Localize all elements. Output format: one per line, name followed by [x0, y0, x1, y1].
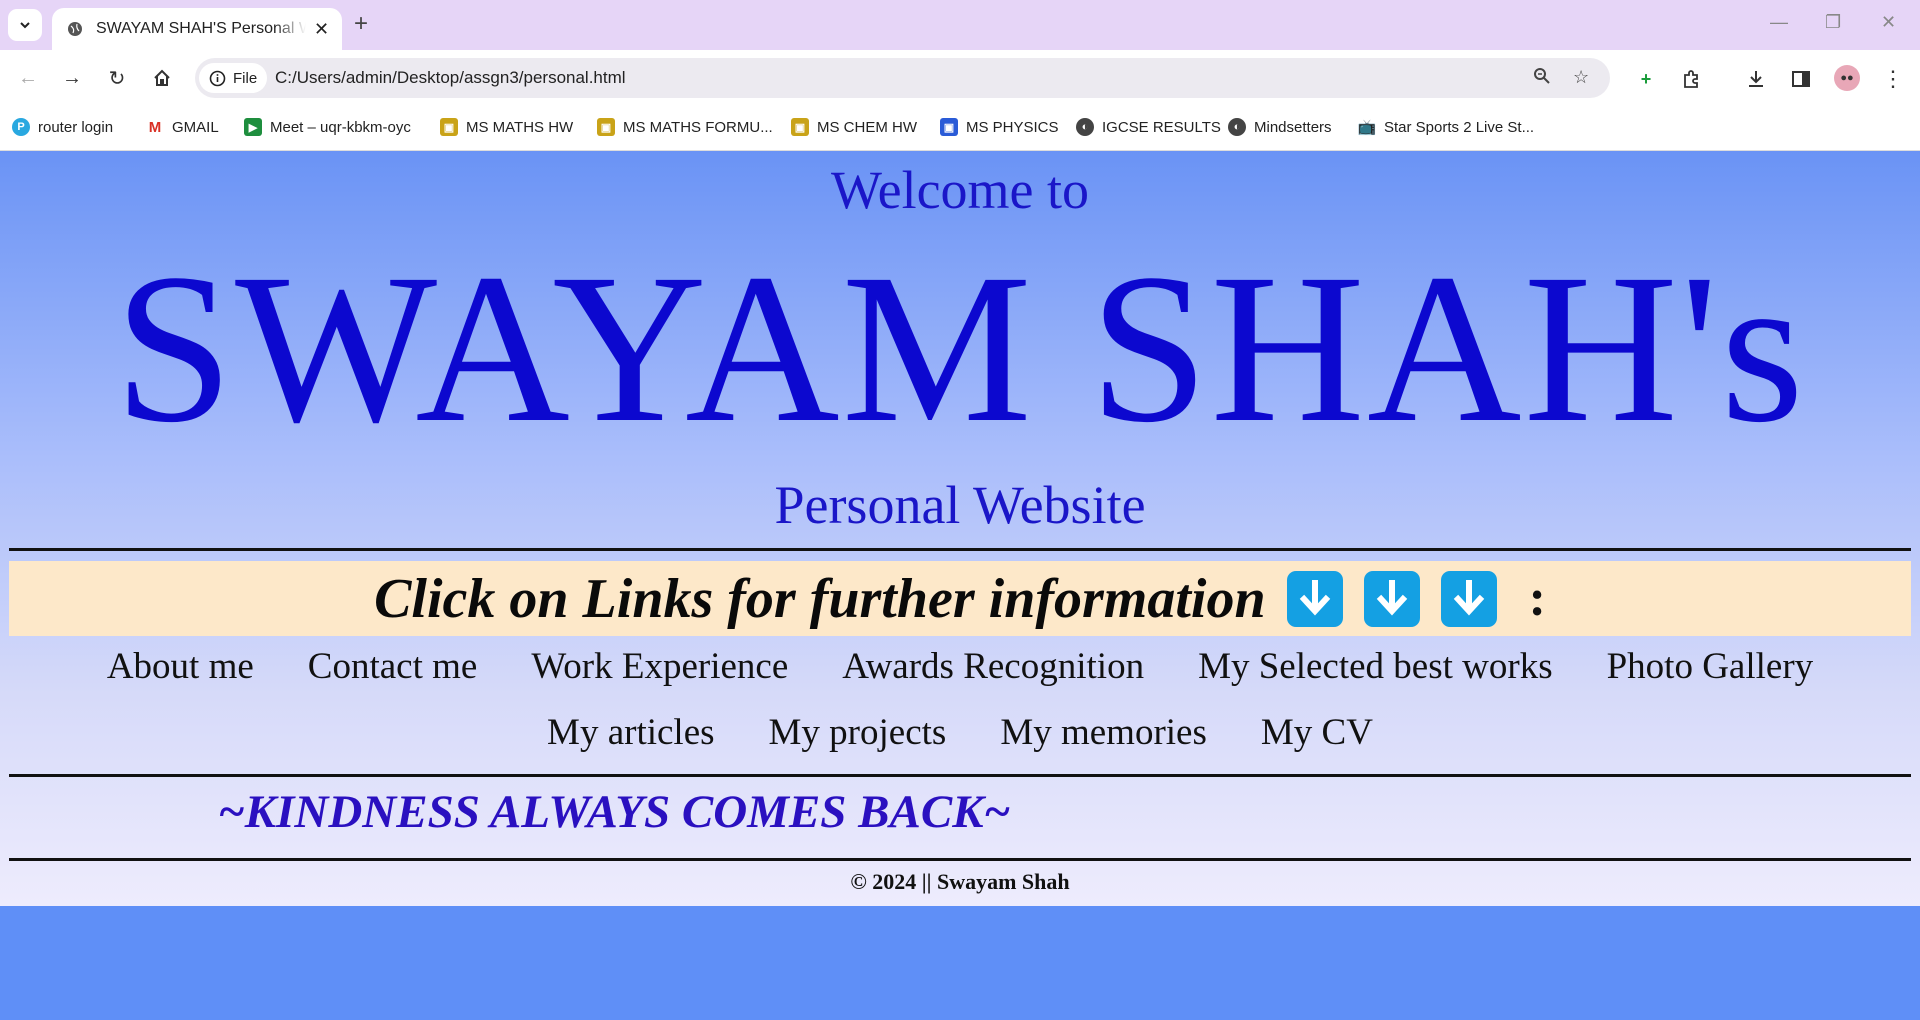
bookmark-ms-maths-formu[interactable]: ▣ MS MATHS FORMU...: [597, 118, 773, 136]
bookmarks-bar: P router login M GMAIL ▶ Meet – uqr-kbkm…: [0, 107, 1920, 151]
links-banner: Click on Links for further information :: [9, 561, 1911, 636]
bookmark-star-sports[interactable]: 📺 Star Sports 2 Live St...: [1358, 118, 1534, 136]
page-title: SWAYAM SHAH's: [114, 230, 1806, 467]
nav-link-work-experience[interactable]: Work Experience: [531, 645, 788, 688]
tab-strip: SWAYAM SHAH'S Personal Website ✕ + — ❐ ✕: [0, 0, 1920, 50]
download-icon[interactable]: [1743, 66, 1769, 92]
bookmark-gmail[interactable]: M GMAIL: [146, 118, 219, 136]
profile-avatar[interactable]: ●●: [1834, 65, 1860, 91]
chevron-down-icon: [20, 22, 30, 29]
down-arrow-icon: [1286, 570, 1343, 627]
nav-link-my-memories[interactable]: My memories: [1000, 711, 1207, 754]
minimize-icon[interactable]: —: [1770, 12, 1788, 33]
page-subtitle: Personal Website: [774, 475, 1146, 535]
nav-link-my-articles[interactable]: My articles: [547, 711, 714, 754]
new-tab-button[interactable]: +: [354, 10, 368, 38]
browser-tab[interactable]: SWAYAM SHAH'S Personal Website ✕: [52, 8, 342, 50]
close-tab-icon[interactable]: ✕: [314, 19, 329, 40]
site-info-chip[interactable]: File: [199, 63, 268, 93]
restore-icon[interactable]: ❐: [1825, 12, 1841, 33]
bookmark-label: MS CHEM HW: [817, 118, 917, 136]
down-arrow-icon: [1363, 570, 1420, 627]
reload-icon[interactable]: ↻: [103, 64, 131, 92]
bookmark-label: MS PHYSICS: [966, 118, 1059, 136]
meet-icon: ▶: [244, 118, 262, 136]
bookmark-label: GMAIL: [172, 118, 219, 136]
nav-link-my-projects[interactable]: My projects: [769, 711, 947, 754]
bookmark-ms-chem-hw[interactable]: ▣ MS CHEM HW: [791, 118, 917, 136]
bookmark-label: Mindsetters: [1254, 118, 1332, 136]
nav-link-selected-best-works[interactable]: My Selected best works: [1198, 645, 1553, 688]
close-window-icon[interactable]: ✕: [1881, 12, 1896, 33]
nav-link-my-cv[interactable]: My CV: [1261, 711, 1373, 754]
globe-icon: ◐: [1228, 118, 1246, 136]
address-bar[interactable]: File C:/Users/admin/Desktop/assgn3/perso…: [195, 58, 1610, 98]
page-content: Welcome to SWAYAM SHAH's Personal Websit…: [0, 151, 1920, 906]
divider: [9, 858, 1911, 861]
classroom-icon: ▣: [597, 118, 615, 136]
bookmark-star-icon[interactable]: ☆: [1573, 67, 1589, 88]
bookmark-label: Meet – uqr-kbkm-oyc: [270, 118, 411, 136]
nav-link-contact-me[interactable]: Contact me: [308, 645, 478, 688]
menu-kebab-icon[interactable]: ⋮: [1880, 66, 1906, 92]
extensions-puzzle-icon[interactable]: [1678, 66, 1704, 92]
bookmark-ms-physics[interactable]: ▣ MS PHYSICS: [940, 118, 1059, 136]
globe-icon: ◐: [1076, 118, 1094, 136]
tv-icon: 📺: [1357, 118, 1377, 136]
bookmark-label: IGCSE RESULTS: [1102, 118, 1221, 136]
info-icon: [209, 70, 226, 86]
nav-links-row-1: About me Contact me Work Experience Awar…: [0, 645, 1920, 688]
nav-link-about-me[interactable]: About me: [107, 645, 254, 688]
bookmark-mindsetters[interactable]: ◐ Mindsetters: [1228, 118, 1332, 136]
classroom-icon: ▣: [440, 118, 458, 136]
bookmark-label: Star Sports 2 Live St...: [1384, 118, 1535, 136]
globe-icon: [66, 20, 84, 38]
divider: [9, 548, 1911, 551]
nav-link-photo-gallery[interactable]: Photo Gallery: [1607, 645, 1814, 688]
side-panel-icon[interactable]: [1788, 66, 1814, 92]
tab-search-button[interactable]: [8, 9, 42, 41]
url-text[interactable]: C:/Users/admin/Desktop/assgn3/personal.h…: [275, 68, 626, 88]
browser-toolbar: ← → ↻ File C:/Users/admin/Desktop/assgn3…: [0, 50, 1920, 107]
click-prompt: Click on Links for further information: [374, 567, 1266, 630]
bookmark-label: MS MATHS HW: [466, 118, 574, 136]
welcome-heading: Welcome to: [830, 160, 1090, 220]
home-icon[interactable]: [148, 64, 176, 92]
gmail-icon: M: [146, 118, 164, 136]
extension-plus-icon[interactable]: +: [1633, 66, 1659, 92]
tab-title: SWAYAM SHAH'S Personal Website: [96, 20, 306, 37]
colon: :: [1528, 570, 1546, 627]
footer-copyright: © 2024 || Swayam Shah: [850, 869, 1070, 894]
motto-text: ~KINDNESS ALWAYS COMES BACK~: [218, 786, 1011, 838]
divider: [9, 774, 1911, 777]
bookmark-meet[interactable]: ▶ Meet – uqr-kbkm-oyc: [244, 118, 411, 136]
bookmark-igcse-results[interactable]: ◐ IGCSE RESULTS: [1076, 118, 1221, 136]
bookmark-label: MS MATHS FORMU...: [623, 118, 773, 136]
back-icon[interactable]: ←: [14, 64, 42, 92]
bookmark-router-login[interactable]: P router login: [12, 118, 113, 136]
bookmark-label: router login: [38, 118, 114, 136]
nav-links-row-2: My articles My projects My memories My C…: [0, 711, 1920, 754]
classroom-icon: ▣: [791, 118, 809, 136]
classroom-icon: ▣: [940, 118, 958, 136]
site-chip-label: File: [233, 69, 258, 87]
down-arrow-icon: [1440, 570, 1497, 627]
router-icon: P: [12, 118, 30, 136]
nav-link-awards-recognition[interactable]: Awards Recognition: [842, 645, 1144, 688]
forward-icon[interactable]: →: [58, 64, 86, 92]
bookmark-ms-maths-hw[interactable]: ▣ MS MATHS HW: [440, 118, 573, 136]
zoom-icon[interactable]: [1533, 67, 1551, 90]
